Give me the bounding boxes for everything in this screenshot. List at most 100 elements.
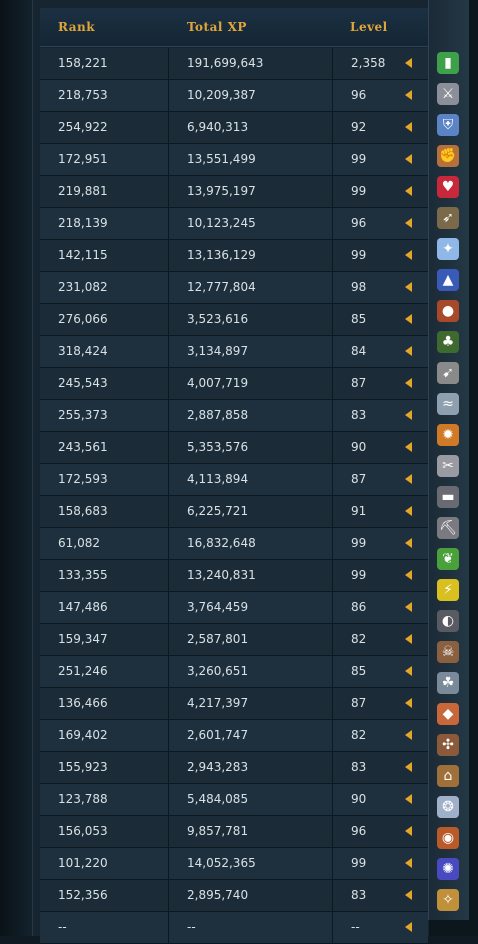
fletching-icon[interactable]: ➹ <box>437 362 459 384</box>
table-row[interactable]: 155,923 2,943,283 83 <box>40 752 428 784</box>
table-row[interactable]: 152,356 2,895,740 83 <box>40 880 428 912</box>
thieving-icon[interactable]: ◐ <box>437 610 459 632</box>
row-arrow-icon[interactable] <box>405 282 412 292</box>
table-row[interactable]: 254,922 6,940,313 92 <box>40 112 428 144</box>
table-row[interactable]: 158,221 191,699,643 2,358 <box>40 48 428 80</box>
row-arrow-icon[interactable] <box>405 666 412 676</box>
row-arrow-icon[interactable] <box>405 634 412 644</box>
table-row[interactable]: 158,683 6,225,721 91 <box>40 496 428 528</box>
slayer-icon[interactable]: ☠ <box>437 641 459 663</box>
table-row[interactable]: 251,246 3,260,651 85 <box>40 656 428 688</box>
row-arrow-icon[interactable] <box>405 442 412 452</box>
table-row[interactable]: 231,082 12,777,804 98 <box>40 272 428 304</box>
overall-icon[interactable]: ▮ <box>437 52 459 74</box>
row-arrow-icon[interactable] <box>405 570 412 580</box>
table-row[interactable]: 147,486 3,764,459 86 <box>40 592 428 624</box>
row-arrow-icon[interactable] <box>405 826 412 836</box>
table-row[interactable]: 156,053 9,857,781 96 <box>40 816 428 848</box>
fishing-icon[interactable]: ≈ <box>437 393 459 415</box>
row-arrow-icon[interactable] <box>405 314 412 324</box>
dungeoneering-icon[interactable]: ◉ <box>437 827 459 849</box>
table-row[interactable]: 61,082 16,832,648 99 <box>40 528 428 560</box>
row-arrow-icon[interactable] <box>405 122 412 132</box>
table-row[interactable]: 136,466 4,217,397 87 <box>40 688 428 720</box>
row-arrow-icon[interactable] <box>405 218 412 228</box>
attack-icon[interactable]: ⚔ <box>437 83 459 105</box>
row-arrow-icon[interactable] <box>405 506 412 516</box>
total-xp-cell: 10,123,245 <box>169 208 333 239</box>
table-row[interactable]: 318,424 3,134,897 84 <box>40 336 428 368</box>
prayer-icon[interactable]: ✦ <box>437 238 459 260</box>
row-arrow-icon[interactable] <box>405 538 412 548</box>
level-cell: 96 <box>351 216 367 230</box>
row-arrow-icon[interactable] <box>405 762 412 772</box>
invention-icon[interactable]: ✧ <box>437 889 459 911</box>
table-row[interactable]: 218,753 10,209,387 96 <box>40 80 428 112</box>
table-row[interactable]: 159,347 2,587,801 82 <box>40 624 428 656</box>
row-arrow-icon[interactable] <box>405 378 412 388</box>
row-arrow-icon[interactable] <box>405 794 412 804</box>
table-row[interactable]: 172,593 4,113,894 87 <box>40 464 428 496</box>
ranged-icon[interactable]: ➶ <box>437 207 459 229</box>
table-row[interactable]: 243,561 5,353,576 90 <box>40 432 428 464</box>
row-arrow-icon[interactable] <box>405 474 412 484</box>
row-arrow-icon[interactable] <box>405 154 412 164</box>
level-cell: -- <box>351 920 360 934</box>
summoning-icon[interactable]: ❂ <box>437 796 459 818</box>
table-row[interactable]: 101,220 14,052,365 99 <box>40 848 428 880</box>
smithing-icon[interactable]: ▬ <box>437 486 459 508</box>
table-row[interactable]: 123,788 5,484,085 90 <box>40 784 428 816</box>
table-row[interactable]: 245,543 4,007,719 87 <box>40 368 428 400</box>
crafting-icon[interactable]: ✂ <box>437 455 459 477</box>
rank-cell: 219,881 <box>40 176 169 207</box>
hunter-icon[interactable]: ✣ <box>437 734 459 756</box>
skills-table: 158,221 191,699,643 2,358 218,753 10,209,387… <box>40 48 428 944</box>
table-row[interactable]: -- -- -- <box>40 912 428 944</box>
constitution-icon[interactable]: ♥ <box>437 176 459 198</box>
row-arrow-icon[interactable] <box>405 186 412 196</box>
agility-icon[interactable]: ⚡ <box>437 579 459 601</box>
woodcutting-icon[interactable]: ♣ <box>437 331 459 353</box>
table-row[interactable]: 219,881 13,975,197 99 <box>40 176 428 208</box>
level-cell: 99 <box>351 568 367 582</box>
strength-icon[interactable]: ✊ <box>437 145 459 167</box>
table-row[interactable]: 142,115 13,136,129 99 <box>40 240 428 272</box>
table-row[interactable]: 218,139 10,123,245 96 <box>40 208 428 240</box>
row-arrow-icon[interactable] <box>405 698 412 708</box>
row-arrow-icon[interactable] <box>405 58 412 68</box>
mining-icon[interactable]: ⛏ <box>437 517 459 539</box>
herblore-icon[interactable]: ❦ <box>437 548 459 570</box>
row-arrow-icon[interactable] <box>405 250 412 260</box>
defence-icon[interactable]: ⛨ <box>437 114 459 136</box>
level-cell: 2,358 <box>351 56 386 70</box>
magic-icon[interactable]: ▲ <box>437 269 459 291</box>
table-row[interactable]: 255,373 2,887,858 83 <box>40 400 428 432</box>
row-arrow-icon[interactable] <box>405 346 412 356</box>
row-arrow-icon[interactable] <box>405 922 412 932</box>
total-xp-cell: 2,601,747 <box>169 720 333 751</box>
table-row[interactable]: 169,402 2,601,747 82 <box>40 720 428 752</box>
construction-icon[interactable]: ⌂ <box>437 765 459 787</box>
row-arrow-icon[interactable] <box>405 730 412 740</box>
total-xp-cell: 2,895,740 <box>169 880 333 911</box>
rank-cell: 158,683 <box>40 496 169 527</box>
firemaking-icon[interactable]: ✹ <box>437 424 459 446</box>
row-arrow-icon[interactable] <box>405 90 412 100</box>
row-arrow-icon[interactable] <box>405 858 412 868</box>
table-row[interactable]: 172,951 13,551,499 99 <box>40 144 428 176</box>
farming-icon[interactable]: ☘ <box>437 672 459 694</box>
row-arrow-icon[interactable] <box>405 602 412 612</box>
table-row[interactable]: 276,066 3,523,616 85 <box>40 304 428 336</box>
level-cell: 82 <box>351 728 367 742</box>
row-arrow-icon[interactable] <box>405 890 412 900</box>
cooking-icon[interactable]: ● <box>437 300 459 322</box>
level-cell: 98 <box>351 280 367 294</box>
runecrafting-icon[interactable]: ◆ <box>437 703 459 725</box>
skill-icon-sidebar: ▮ ⚔ ⛨ ✊ ♥ ➶ ✦ ▲ ● ♣ ➹ ≈ ✹ ✂ ▬ ⛏ ❦ ⚡ ◐ ☠ ☘ ◆ ✣ ⌂ ❂ ◉ ✺ ✧ <box>428 0 469 920</box>
left-gutter <box>0 0 32 936</box>
divination-icon[interactable]: ✺ <box>437 858 459 880</box>
table-row[interactable]: 133,355 13,240,831 99 <box>40 560 428 592</box>
row-arrow-icon[interactable] <box>405 410 412 420</box>
rank-cell: 152,356 <box>40 880 169 911</box>
total-xp-cell: 5,484,085 <box>169 784 333 815</box>
